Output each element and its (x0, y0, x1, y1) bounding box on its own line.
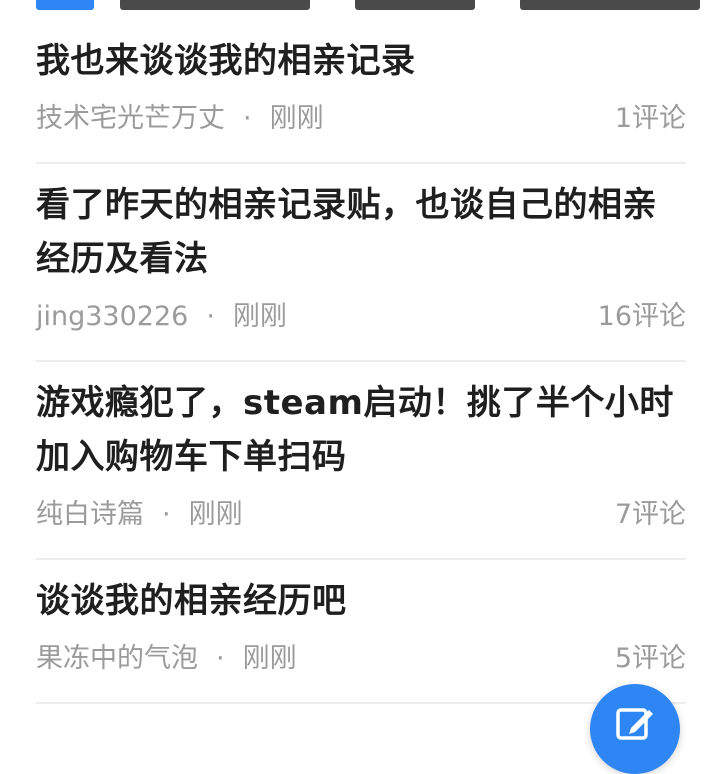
meta-separator: · (216, 643, 225, 674)
active-tab-fragment (36, 0, 94, 10)
post-title[interactable]: 游戏瘾犯了，steam启动！挑了半个小时加入购物车下单扫码 (36, 362, 686, 484)
post-author[interactable]: 纯白诗篇 (36, 495, 144, 535)
post-title[interactable]: 谈谈我的相亲经历吧 (36, 560, 686, 628)
post-item[interactable]: 游戏瘾犯了，steam启动！挑了半个小时加入购物车下单扫码 纯白诗篇 · 刚刚 … (36, 362, 686, 560)
tab-fragment (355, 0, 475, 10)
post-item[interactable]: 看了昨天的相亲记录贴，也谈自己的相亲经历及看法 jing330226 · 刚刚 … (36, 164, 686, 362)
post-comment-count: 5评论 (614, 643, 686, 674)
post-meta: 技术宅光芒万丈 · 刚刚 1评论 (36, 88, 686, 162)
post-comment-count: 1评论 (614, 103, 686, 134)
post-title[interactable]: 我也来谈谈我的相亲记录 (36, 20, 686, 88)
post-item[interactable]: 我也来谈谈我的相亲记录 技术宅光芒万丈 · 刚刚 1评论 (36, 20, 686, 164)
meta-separator: · (162, 499, 171, 530)
post-comment-count: 7评论 (614, 499, 686, 530)
compose-post-button[interactable] (590, 684, 680, 774)
post-feed: 我也来谈谈我的相亲记录 技术宅光芒万丈 · 刚刚 1评论 看了昨天的相亲记录贴，… (0, 20, 720, 704)
post-meta: 果冻中的气泡 · 刚刚 5评论 (36, 628, 686, 702)
meta-separator: · (243, 103, 252, 134)
post-time: 刚刚 (188, 499, 243, 530)
post-title[interactable]: 看了昨天的相亲记录贴，也谈自己的相亲经历及看法 (36, 164, 686, 286)
post-author[interactable]: 果冻中的气泡 (36, 639, 198, 679)
meta-separator: · (206, 301, 215, 332)
post-time: 刚刚 (242, 643, 297, 674)
post-comment-count: 16评论 (597, 301, 686, 332)
tab-fragment (120, 0, 310, 10)
tab-fragment (520, 0, 700, 10)
post-meta: jing330226 · 刚刚 16评论 (36, 286, 686, 360)
post-time: 刚刚 (269, 103, 324, 134)
post-time: 刚刚 (232, 301, 287, 332)
post-author[interactable]: 技术宅光芒万丈 (36, 99, 225, 139)
post-item[interactable]: 谈谈我的相亲经历吧 果冻中的气泡 · 刚刚 5评论 (36, 560, 686, 704)
post-meta: 纯白诗篇 · 刚刚 7评论 (36, 484, 686, 558)
post-author[interactable]: jing330226 (36, 297, 188, 337)
edit-icon (616, 708, 653, 740)
top-tab-bar-remnant (0, 0, 720, 22)
